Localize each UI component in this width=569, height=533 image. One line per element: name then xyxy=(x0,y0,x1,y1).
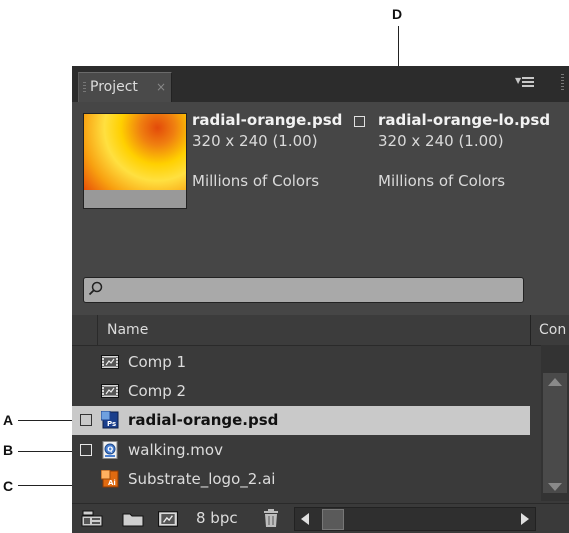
column-header-comment[interactable]: Con xyxy=(539,322,566,338)
search-field[interactable] xyxy=(83,277,524,303)
scroll-left-icon[interactable] xyxy=(301,513,309,525)
list-item-comp-1[interactable]: Comp 1 xyxy=(72,348,530,377)
svg-text:Q: Q xyxy=(107,446,113,454)
tab-grip-icon[interactable] xyxy=(83,82,86,94)
trash-icon xyxy=(264,509,278,527)
composition-icon xyxy=(101,382,119,400)
preview-file1-name: radial-orange.psd xyxy=(192,111,343,129)
preview-file2-colors: Millions of Colors xyxy=(378,172,506,190)
preview-area: radial-orange.psd 320 x 240 (1.00) Milli… xyxy=(72,102,569,340)
svg-text:Ai: Ai xyxy=(108,479,116,487)
list-item-label: Comp 2 xyxy=(128,382,187,400)
column-header-row: Name Con xyxy=(72,315,569,346)
preview-file1-dims: 320 x 240 (1.00) xyxy=(192,132,318,150)
quicktime-file-icon: Q xyxy=(101,441,119,459)
tab-project-label: Project xyxy=(90,79,138,95)
preview-file2-dims: 320 x 240 (1.00) xyxy=(378,132,504,150)
tab-project[interactable]: Project × xyxy=(78,72,172,103)
menu-arrow-icon: ▼ xyxy=(515,76,522,85)
scroll-right-icon[interactable] xyxy=(521,513,529,525)
delete-button[interactable] xyxy=(262,508,280,528)
illustrator-file-icon: Ai xyxy=(100,469,119,488)
composition-icon xyxy=(101,353,119,371)
scroll-thumb[interactable] xyxy=(322,509,344,530)
list-item-label: walking.mov xyxy=(128,441,223,459)
project-panel: Project × ▼ radial-orange.psd 320 x 240 … xyxy=(72,66,569,533)
horizontal-scrollbar[interactable] xyxy=(294,507,536,531)
preview-thumbnail xyxy=(83,113,187,209)
list-item-radial-orange[interactable]: Ps radial-orange.psd xyxy=(72,406,530,435)
color-depth-button[interactable]: 8 bpc xyxy=(196,509,238,527)
panel-tab-strip: Project × ▼ xyxy=(72,66,569,103)
label-column-divider[interactable] xyxy=(97,315,98,345)
row-checkbox[interactable] xyxy=(80,444,92,456)
list-item-comp-2[interactable]: Comp 2 xyxy=(72,377,530,406)
callout-b: B xyxy=(3,442,14,458)
callout-a: A xyxy=(3,412,14,428)
list-item-label: Comp 1 xyxy=(128,353,187,371)
search-icon xyxy=(88,281,103,296)
callout-d: D xyxy=(392,6,403,22)
preview-file2-name: radial-orange-lo.psd xyxy=(378,111,551,129)
preview-checkbox[interactable] xyxy=(354,116,365,127)
new-folder-button[interactable] xyxy=(122,510,144,528)
interpret-footage-button[interactable] xyxy=(81,509,103,527)
radial-orange-image xyxy=(84,114,186,190)
menu-lines-icon xyxy=(522,77,534,87)
callout-a-leader xyxy=(18,420,78,421)
list-item-label: Substrate_logo_2.ai xyxy=(128,470,276,488)
panel-resize-grip-icon[interactable] xyxy=(561,74,564,92)
bottom-toolbar: 8 bpc xyxy=(72,503,569,533)
column-divider[interactable] xyxy=(530,315,531,345)
list-item-walking-mov[interactable]: Q walking.mov xyxy=(72,436,530,465)
column-header-name[interactable]: Name xyxy=(107,322,148,338)
panel-menu-button[interactable]: ▼ xyxy=(515,75,539,91)
interpret-footage-icon xyxy=(81,510,103,527)
callout-c: C xyxy=(3,478,14,494)
list-item-substrate-logo[interactable]: Ai Substrate_logo_2.ai xyxy=(72,465,530,494)
vertical-scrollbar[interactable] xyxy=(541,345,569,501)
photoshop-file-icon: Ps xyxy=(100,410,119,429)
row-checkbox[interactable] xyxy=(80,414,92,426)
tab-close-icon[interactable]: × xyxy=(156,80,166,94)
list-item-label: radial-orange.psd xyxy=(128,411,279,429)
svg-text:Ps: Ps xyxy=(107,420,116,428)
new-composition-button[interactable] xyxy=(158,509,178,529)
scroll-track[interactable] xyxy=(543,373,567,493)
scroll-down-icon[interactable] xyxy=(548,483,562,491)
folder-icon xyxy=(122,513,144,527)
scroll-up-icon[interactable] xyxy=(548,378,562,386)
preview-file1-colors: Millions of Colors xyxy=(192,172,320,190)
composition-icon xyxy=(158,511,178,527)
callout-b-leader xyxy=(18,451,78,452)
